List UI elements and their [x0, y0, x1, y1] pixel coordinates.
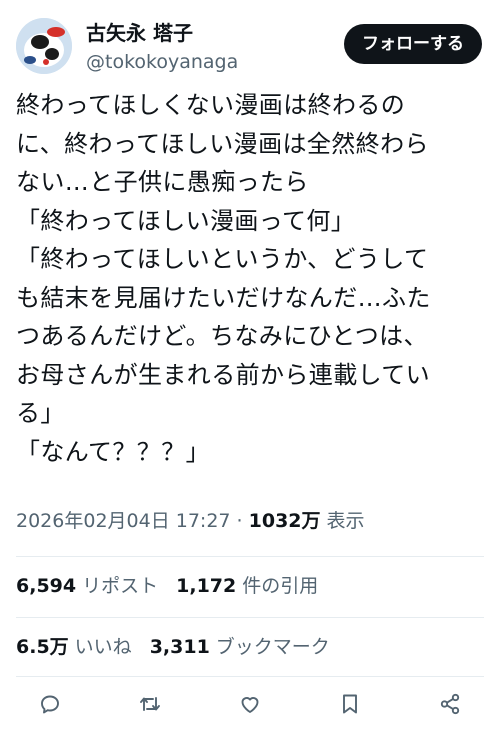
quote-label: 件の引用 [242, 575, 319, 597]
tweet-line: 「終わってほしい漫画って何」 [16, 206, 356, 235]
like-count-link[interactable]: 6.5万 いいね [16, 636, 150, 658]
tweet-line: に、終わってほしい漫画は全然終わら [16, 129, 429, 158]
quote-count: 1,172 [176, 575, 237, 597]
bookmark-icon[interactable] [330, 684, 370, 724]
tweet-meta: 2026年02月04日 17:27 · 1032万 表示 [16, 508, 365, 534]
tweet-line: 終わってほしくない漫画は終わるの [16, 91, 406, 119]
tweet-line: る」 [16, 399, 65, 427]
view-count-label: 表示 [320, 510, 365, 532]
like-label: いいね [74, 636, 132, 658]
stats-row-likes: 6.5万 いいね 3,311 ブックマーク [16, 634, 348, 660]
action-bar [0, 684, 500, 728]
follow-button[interactable]: フォローする [344, 24, 482, 64]
bookmark-count: 3,311 [149, 636, 210, 658]
divider [16, 676, 484, 677]
stats-row-reposts: 6,594 リポスト 1,172 件の引用 [16, 573, 336, 599]
tweet-header: 古矢永 塔子 @tokokoyanaga フォローする [16, 14, 484, 78]
quote-count-link[interactable]: 1,172 件の引用 [176, 575, 336, 597]
repost-label: リポスト [82, 575, 159, 597]
tweet-text: 終わってほしくない漫画は終わるの に、終わってほしい漫画は全然終わら ない…と子… [16, 86, 486, 471]
tweet-line: つあるんだけど。ちなみにひとつは、 [16, 322, 428, 350]
timestamp[interactable]: 2026年02月04日 17:27 · [16, 510, 249, 532]
tweet-line: も結末を見届けたいだけなんだ…ふた [16, 283, 431, 312]
avatar[interactable] [16, 18, 72, 74]
tweet-line: 「なんて？？？」 [16, 437, 210, 466]
tweet-line: お母さんが生まれる前から連載してい [16, 360, 431, 389]
reply-icon[interactable] [30, 684, 70, 724]
like-icon[interactable] [230, 684, 270, 724]
tweet-line: 「終わってほしいというか、どうして [16, 245, 429, 273]
like-count: 6.5万 [16, 636, 69, 658]
divider [16, 556, 484, 557]
repost-count: 6,594 [16, 575, 77, 597]
user-handle[interactable]: @tokokoyanaga [86, 50, 238, 74]
tweet-line: ない…と子供に愚痴ったら [16, 168, 309, 196]
share-icon[interactable] [430, 684, 470, 724]
bookmark-count-link[interactable]: 3,311 ブックマーク [150, 636, 348, 658]
tweet-page: 古矢永 塔子 @tokokoyanaga フォローする 終わってほしくない漫画は… [0, 0, 500, 734]
divider [16, 617, 484, 618]
bookmark-label: ブックマーク [215, 636, 330, 658]
repost-count-link[interactable]: 6,594 リポスト [16, 575, 176, 597]
view-count: 1032万 [248, 510, 321, 532]
display-name[interactable]: 古矢永 塔子 [86, 20, 193, 46]
repost-icon[interactable] [130, 684, 170, 724]
